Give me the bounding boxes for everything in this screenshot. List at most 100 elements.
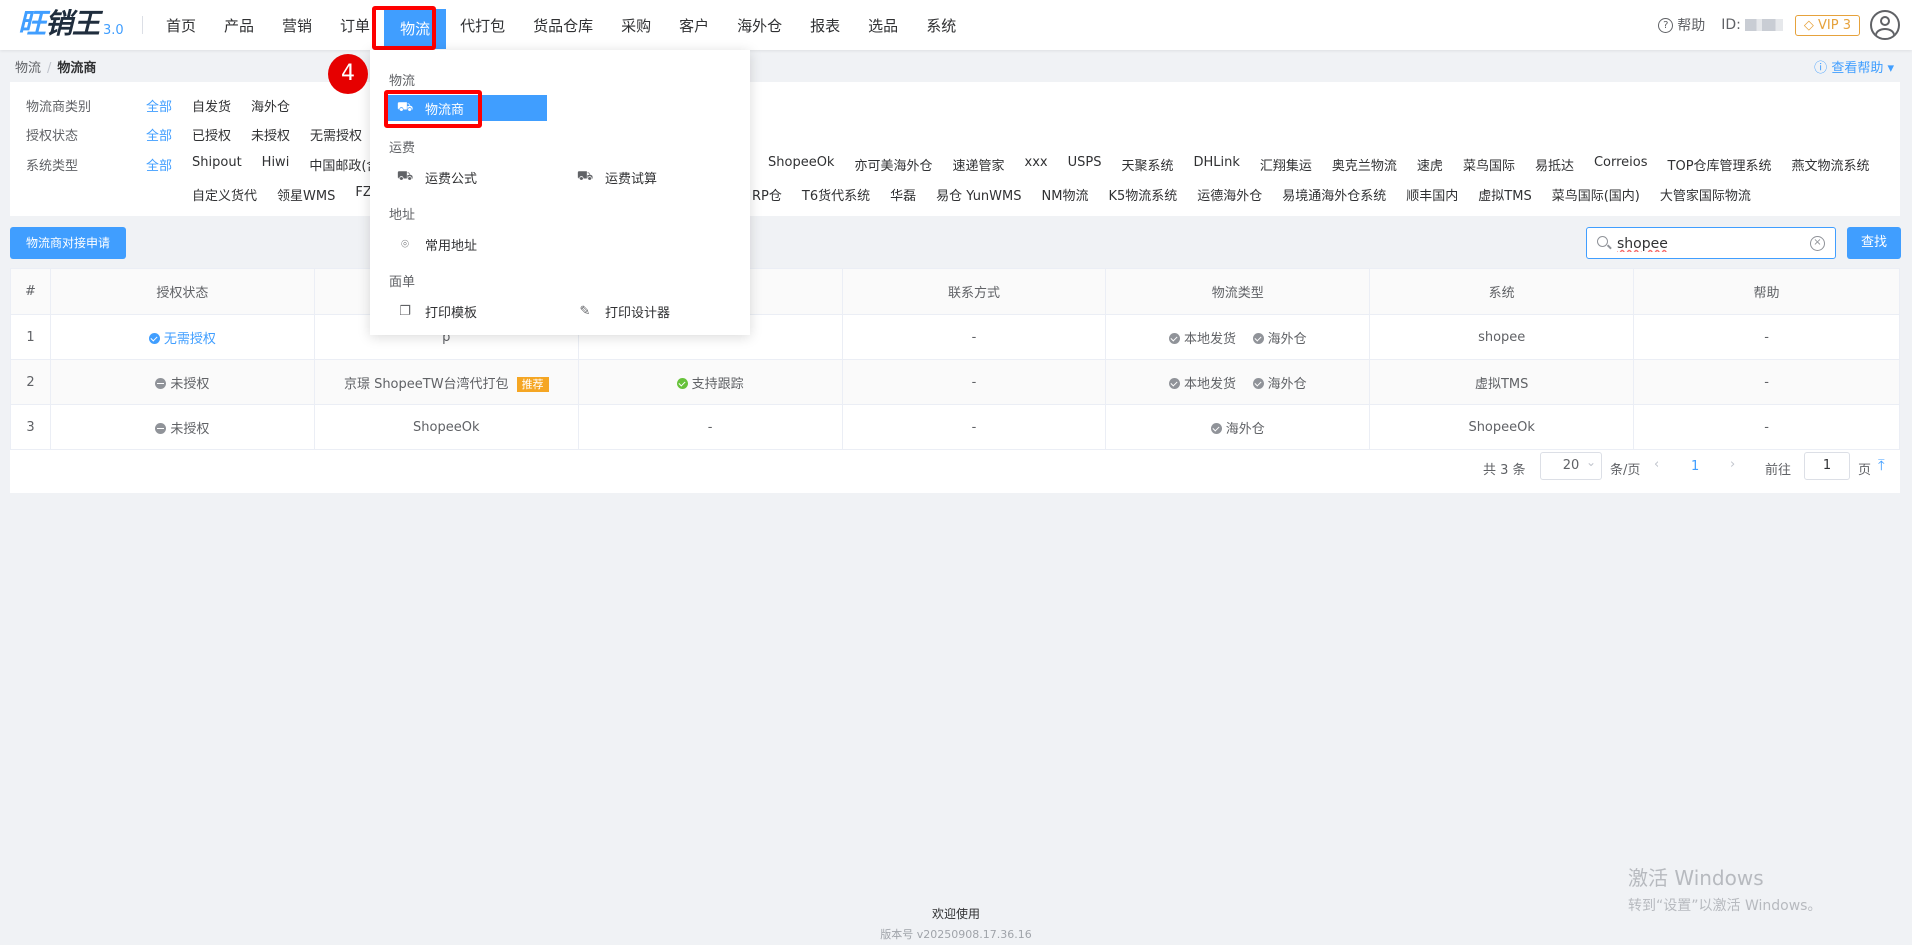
auth-status[interactable]: 无需授权 — [164, 332, 216, 347]
breadcrumb-root[interactable]: 物流 — [15, 61, 41, 76]
vip-badge[interactable]: ◇ VIP 3 — [1794, 14, 1860, 36]
check-icon — [1169, 377, 1181, 389]
question-icon: ⓘ — [1814, 61, 1832, 76]
filter-option[interactable]: 华磊 — [890, 185, 916, 204]
apply-integration-button[interactable]: 物流商对接申请 — [10, 227, 126, 259]
check-icon — [676, 377, 688, 389]
nav-selection[interactable]: 选品 — [854, 0, 912, 50]
check-icon — [148, 332, 160, 344]
back-to-top-icon[interactable]: ⤒ — [1878, 456, 1885, 474]
filter-option[interactable]: 虚拟TMS — [1478, 185, 1531, 204]
filter-option[interactable]: 燕文物流系统 — [1792, 155, 1870, 174]
filter-option[interactable]: TOP仓库管理系统 — [1668, 155, 1772, 174]
filter-systype: 系统类型 全部 Shipout Hiwi 中国邮政(含 — [26, 155, 380, 174]
filter-systype-row1b: ShopeeOk 亦可美海外仓 速递管家 xxx USPS 天聚系统 DHLink 汇翔集运 奥… — [768, 155, 1890, 174]
filter-systype-row2a: 自定义货代 领星WMS FZ — [192, 185, 392, 204]
menu-item-common-address[interactable]: ⌾ 常用地址 — [397, 231, 477, 257]
menu-item-freight-formula[interactable]: ⛟ 运费公式 — [397, 164, 477, 190]
recommend-badge: 推荐 — [516, 376, 549, 392]
filter-option[interactable]: 全部 — [146, 125, 172, 144]
menu-item-print-designer[interactable]: ✎ 打印设计器 — [577, 298, 670, 324]
avatar-icon[interactable] — [1870, 10, 1900, 40]
filter-option[interactable]: 大管家国际物流 — [1660, 185, 1751, 204]
filter-option[interactable]: NM物流 — [1042, 185, 1089, 204]
nav-home[interactable]: 首页 — [152, 0, 210, 50]
logo-text: 旺销王 — [18, 7, 100, 40]
view-help-link[interactable]: ⓘ 查看帮助 ▾ — [1814, 57, 1894, 76]
search-icon — [1597, 236, 1608, 247]
filter-option[interactable]: RP仓 — [752, 185, 782, 204]
nav-product[interactable]: 产品 — [210, 0, 268, 50]
filter-option[interactable]: ShopeeOk — [768, 155, 834, 174]
nav-overseas[interactable]: 海外仓 — [723, 0, 796, 50]
filter-option[interactable]: 无需授权 — [310, 125, 362, 144]
nav-reports[interactable]: 报表 — [796, 0, 854, 50]
prev-page-icon[interactable]: ‹ — [1654, 457, 1659, 472]
nav-system[interactable]: 系统 — [912, 0, 970, 50]
search-input[interactable] — [1615, 232, 1799, 256]
filter-option[interactable]: 易仓 YunWMS — [936, 185, 1021, 204]
filter-option[interactable]: 未授权 — [251, 125, 290, 144]
filter-option[interactable]: 海外仓 — [251, 96, 290, 115]
user-id: ID: — [1721, 17, 1783, 33]
filter-option[interactable]: 奥克兰物流 — [1332, 155, 1397, 174]
menu-group-freight: 运费 — [389, 141, 416, 156]
goto-page-input[interactable]: 1 — [1804, 452, 1850, 480]
filter-option[interactable]: 汇翔集运 — [1260, 155, 1312, 174]
total-count: 共 3 条 — [1483, 463, 1526, 478]
page-number[interactable]: 1 — [1691, 459, 1699, 474]
nav-warehouse[interactable]: 货品仓库 — [519, 0, 607, 50]
find-button[interactable]: 查找 — [1847, 227, 1901, 259]
filter-option[interactable]: USPS — [1068, 155, 1102, 174]
nav-packing[interactable]: 代打包 — [446, 0, 519, 50]
clear-icon[interactable]: × — [1810, 236, 1825, 251]
filter-option[interactable]: 天聚系统 — [1121, 155, 1173, 174]
filter-option[interactable]: 速虎 — [1417, 155, 1443, 174]
logo-version: 3.0 — [103, 23, 124, 38]
filter-option[interactable]: 自定义货代 — [192, 185, 257, 204]
filter-option[interactable]: 速递管家 — [952, 155, 1004, 174]
filter-option[interactable]: 已授权 — [192, 125, 231, 144]
menu-item-freight-calc[interactable]: ⛟ 运费试算 — [577, 164, 657, 190]
filter-option[interactable]: 亦可美海外仓 — [854, 155, 932, 174]
filter-option[interactable]: Correios — [1594, 155, 1648, 174]
table-row: 1 无需授权 p - 本地发货 海外仓 shopee - — [10, 314, 1900, 360]
truck-icon: ⛟ — [576, 168, 594, 184]
filter-option[interactable]: DHLink — [1193, 155, 1239, 174]
filter-option[interactable]: 菜鸟国际(国内) — [1552, 185, 1640, 204]
filter-option[interactable]: 易抵达 — [1535, 155, 1574, 174]
next-page-icon[interactable]: › — [1730, 457, 1735, 472]
filter-option[interactable]: 菜鸟国际 — [1463, 155, 1515, 174]
filter-option[interactable]: 全部 — [146, 96, 172, 115]
footer-welcome: 欢迎使用 — [931, 907, 980, 921]
nav-purchase[interactable]: 采购 — [607, 0, 665, 50]
minus-icon — [155, 422, 167, 434]
filter-option[interactable]: 运德海外仓 — [1197, 185, 1262, 204]
filter-option[interactable]: 中国邮政(含 — [309, 155, 379, 174]
filter-option[interactable]: Shipout — [192, 155, 242, 174]
filter-option[interactable]: 领星WMS — [277, 185, 335, 204]
filter-option[interactable]: 自发货 — [192, 96, 231, 115]
header-tools: ? 帮助 ID: ◇ VIP 3 — [1658, 0, 1912, 50]
footer-version: 版本号 v20250908.17.36.16 — [880, 928, 1032, 941]
menu-item-print-template[interactable]: ❐ 打印模板 — [397, 298, 477, 324]
step-marker: 4 — [328, 54, 368, 94]
filter-option[interactable]: 顺丰国内 — [1406, 185, 1458, 204]
filter-option[interactable]: Hiwi — [262, 155, 290, 174]
help-link[interactable]: ? 帮助 — [1658, 15, 1705, 35]
logo[interactable]: 旺销王 3.0 — [18, 7, 124, 42]
nav-customer[interactable]: 客户 — [665, 0, 723, 50]
page-size-select[interactable]: 20 — [1540, 449, 1602, 480]
check-icon — [1210, 422, 1222, 434]
filter-option[interactable]: K5物流系统 — [1108, 185, 1177, 204]
windows-activation-watermark: 激活 Windows 转到“设置”以激活 Windows。 — [1628, 866, 1822, 914]
nav-marketing[interactable]: 营销 — [268, 0, 326, 50]
filter-option[interactable]: 易境通海外仓系统 — [1282, 185, 1386, 204]
location-icon: ⌾ — [401, 236, 409, 252]
filter-option[interactable]: xxx — [1025, 155, 1048, 174]
table-row: 3 未授权 ShopeeOk - - 海外仓 ShopeeOk - — [10, 404, 1900, 450]
filter-category: 物流商类别 全部 自发货 海外仓 — [26, 96, 310, 115]
table-row: 2 未授权 京璟 ShopeeTW台湾代打包 推荐 支持跟踪 - 本地发货 海外仓… — [10, 359, 1900, 405]
filter-option[interactable]: 全部 — [146, 155, 172, 174]
filter-option[interactable]: T6货代系统 — [802, 185, 870, 204]
